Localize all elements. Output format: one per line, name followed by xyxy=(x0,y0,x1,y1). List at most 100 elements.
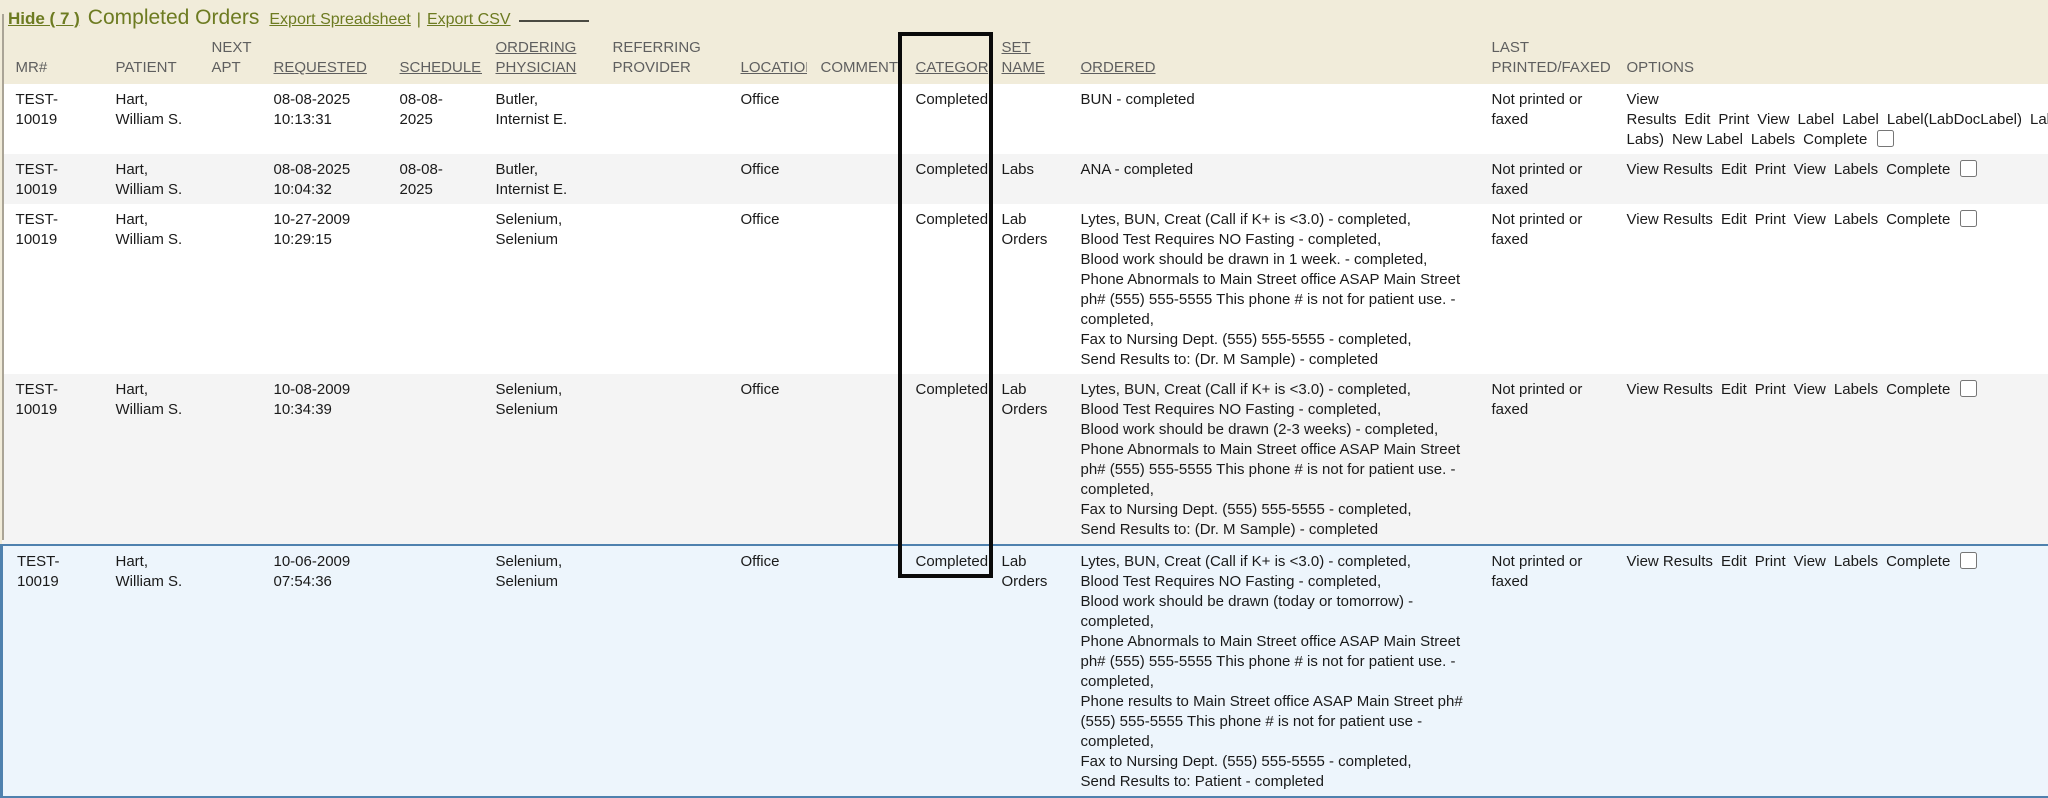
cell-category: Completed xyxy=(902,545,988,797)
cell-scheduled: 08-08-2025 xyxy=(386,154,482,204)
cell-ordering-physician: Selenium, Selenium xyxy=(482,204,599,374)
order-row: TEST-10019 Hart, William S. 08-08-2025 1… xyxy=(2,154,2048,204)
cell-options: View Results Edit Print View Labels Complete xyxy=(1613,204,2048,374)
cell-patient: Hart, William S. xyxy=(102,84,198,154)
cell-comments xyxy=(807,204,902,374)
option-labels-link[interactable]: Labels xyxy=(1834,381,1878,398)
cell-requested: 10-08-2009 10:34:39 xyxy=(260,374,386,545)
option-view-link[interactable]: View xyxy=(1794,211,1826,228)
cell-ordered: ANA - completed xyxy=(1067,154,1478,204)
option-complete-link[interactable]: Complete xyxy=(1886,381,1950,398)
option-edit-link[interactable]: Edit xyxy=(1721,161,1747,178)
option-complete-link[interactable]: Complete xyxy=(1886,161,1950,178)
cell-comments xyxy=(807,545,902,797)
cell-next-apt xyxy=(198,374,260,545)
column-header-location: LOCATION xyxy=(727,32,807,84)
option-complete-link[interactable]: Complete xyxy=(1803,131,1867,148)
sort-scheduled-link[interactable]: SCHEDULED xyxy=(400,59,482,76)
cell-category: Completed xyxy=(902,374,988,545)
option-labels-link[interactable]: Labels xyxy=(1834,211,1878,228)
cell-next-apt xyxy=(198,154,260,204)
cell-next-apt xyxy=(198,545,260,797)
sort-category-link[interactable]: CATEGORY xyxy=(916,59,988,76)
export-csv-link[interactable]: Export CSV xyxy=(427,11,511,29)
option-new-label-link[interactable]: New Label xyxy=(1672,131,1743,148)
option-labels-link[interactable]: Labels xyxy=(1834,553,1878,570)
complete-checkbox[interactable] xyxy=(1960,160,1977,177)
option-view-link[interactable]: View xyxy=(1794,161,1826,178)
option-labels-link[interactable]: Labels xyxy=(1834,161,1878,178)
option-view-results-link[interactable]: View Results xyxy=(1627,211,1713,228)
cell-last-printed-faxed: Not printed or faxed xyxy=(1478,374,1613,545)
sort-location-link[interactable]: LOCATION xyxy=(741,59,807,76)
cell-options: View ResultsEditPrintViewLabelLabelLabel… xyxy=(1613,84,2048,154)
option-view-results-link[interactable]: View Results xyxy=(1627,553,1713,570)
option-label-link[interactable]: Label xyxy=(1797,111,1834,128)
cell-ordering-physician: Butler, Internist E. xyxy=(482,84,599,154)
option-print-link[interactable]: Print xyxy=(1718,111,1749,128)
complete-checkbox[interactable] xyxy=(1877,130,1894,147)
cell-set-name xyxy=(988,84,1067,154)
cell-location: Office xyxy=(727,545,807,797)
cell-options: View Results Edit Print View Labels Complete xyxy=(1613,545,2048,797)
option-labels-link[interactable]: Labels xyxy=(1751,131,1795,148)
complete-checkbox[interactable] xyxy=(1960,380,1977,397)
option-edit-link[interactable]: Edit xyxy=(1685,111,1711,128)
cell-location: Office xyxy=(727,374,807,545)
cell-patient: Hart, William S. xyxy=(102,545,198,797)
option-label-labdoclabel-link[interactable]: Label(LabDocLabel) xyxy=(1887,111,2022,128)
option-view-results-link[interactable]: View Results xyxy=(1627,161,1713,178)
cell-referring-provider xyxy=(599,545,727,797)
cell-mr: TEST-10019 xyxy=(2,204,102,374)
column-header-next-apt: NEXT APT xyxy=(198,32,260,84)
cell-comments xyxy=(807,374,902,545)
sort-requested-link[interactable]: REQUESTED xyxy=(274,59,367,76)
cell-ordered: Lytes, BUN, Creat (Call if K+ is <3.0) -… xyxy=(1067,545,1478,797)
option-view-results-link[interactable]: View Results xyxy=(1627,381,1713,398)
option-complete-link[interactable]: Complete xyxy=(1886,211,1950,228)
order-row: TEST-10019 Hart, William S. 10-06-2009 0… xyxy=(2,545,2048,797)
cell-referring-provider xyxy=(599,154,727,204)
cell-options: View Results Edit Print View Labels Complete xyxy=(1613,154,2048,204)
cell-category: Completed xyxy=(902,204,988,374)
option-view-link[interactable]: View xyxy=(1794,553,1826,570)
cell-last-printed-faxed: Not printed or faxed xyxy=(1478,154,1613,204)
option-view-results-link[interactable]: View Results xyxy=(1627,91,1677,128)
option-edit-link[interactable]: Edit xyxy=(1721,211,1747,228)
cell-patient: Hart, William S. xyxy=(102,154,198,204)
sort-set-name-link[interactable]: SET NAME xyxy=(1002,39,1045,76)
option-edit-link[interactable]: Edit xyxy=(1721,381,1747,398)
complete-checkbox[interactable] xyxy=(1960,552,1977,569)
cell-requested: 10-06-2009 07:54:36 xyxy=(260,545,386,797)
option-print-link[interactable]: Print xyxy=(1755,211,1786,228)
column-header-referring-provider: REFERRING PROVIDER xyxy=(599,32,727,84)
cell-last-printed-faxed: Not printed or faxed xyxy=(1478,204,1613,374)
column-header-patient: PATIENT xyxy=(102,32,198,84)
option-view-link[interactable]: View xyxy=(1757,111,1789,128)
column-header-ordered: ORDERED xyxy=(1067,32,1478,84)
cell-referring-provider xyxy=(599,374,727,545)
option-print-link[interactable]: Print xyxy=(1755,381,1786,398)
cell-scheduled: 08-08-2025 xyxy=(386,84,482,154)
cell-set-name: Lab Orders xyxy=(988,545,1067,797)
cell-mr: TEST-10019 xyxy=(2,154,102,204)
cell-comments xyxy=(807,84,902,154)
order-row: TEST-10019 Hart, William S. 10-27-2009 1… xyxy=(2,204,2048,374)
hide-toggle-link[interactable]: Hide ( 7 ) xyxy=(8,9,80,29)
option-print-link[interactable]: Print xyxy=(1755,161,1786,178)
column-header-comments: COMMENTS xyxy=(807,32,902,84)
cell-referring-provider xyxy=(599,204,727,374)
option-view-link[interactable]: View xyxy=(1794,381,1826,398)
complete-checkbox[interactable] xyxy=(1960,210,1977,227)
sort-ordered-link[interactable]: ORDERED xyxy=(1081,59,1156,76)
option-complete-link[interactable]: Complete xyxy=(1886,553,1950,570)
column-header-options: OPTIONS xyxy=(1613,32,2048,84)
column-header-ordering-physician: ORDERING PHYSICIAN xyxy=(482,32,599,84)
option-label-link[interactable]: Label xyxy=(1842,111,1879,128)
sort-ordering-physician-link[interactable]: ORDERING PHYSICIAN xyxy=(496,39,577,76)
export-spreadsheet-link[interactable]: Export Spreadsheet xyxy=(269,11,410,29)
option-print-link[interactable]: Print xyxy=(1755,553,1786,570)
cell-set-name: Lab Orders xyxy=(988,374,1067,545)
cell-ordered: BUN - completed xyxy=(1067,84,1478,154)
option-edit-link[interactable]: Edit xyxy=(1721,553,1747,570)
